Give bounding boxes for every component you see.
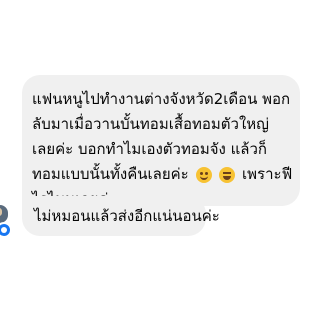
grinning-squinting-face-icon	[219, 166, 236, 183]
message-line: แฟนหนูไปทำงานต่างจังหวัด2เดือน พอก	[32, 90, 291, 108]
messenger-badge-icon	[0, 222, 12, 238]
message-bubble[interactable]: ไม่หมอนแล้วส่งอีกแน่นอนค่ะ	[22, 196, 220, 236]
message-line-text: ทอมแบบนั้นทั้งคืนเลยค่ะ	[32, 165, 189, 183]
message-line-with-emoji: ทอมแบบนั้นทั้งคืนเลยค่ะ เพราะฟี	[32, 162, 293, 187]
message-bubble[interactable]: แฟนหนูไปทำงานต่างจังหวัด2เดือน พอก ลับมา…	[22, 75, 300, 208]
avatar[interactable]	[0, 205, 8, 223]
emoji-group	[196, 162, 237, 187]
message-line: เลยค่ะ บอกทำไมเองตัวทอมจัง แล้วก็	[32, 140, 267, 158]
message-line: ไม่หมอนแล้วส่งอีกแน่นอนค่ะ	[34, 207, 220, 225]
chat-thread: แฟนหนูไปทำงานต่างจังหวัด2เดือน พอก ลับมา…	[0, 0, 320, 320]
message-line: ลับมาเมื่อวานบั้นทอมเสื้อทอมตัวใหญ่	[32, 115, 269, 133]
pleading-face-icon	[196, 166, 213, 183]
message-line-text: เพราะฟี	[242, 165, 293, 183]
